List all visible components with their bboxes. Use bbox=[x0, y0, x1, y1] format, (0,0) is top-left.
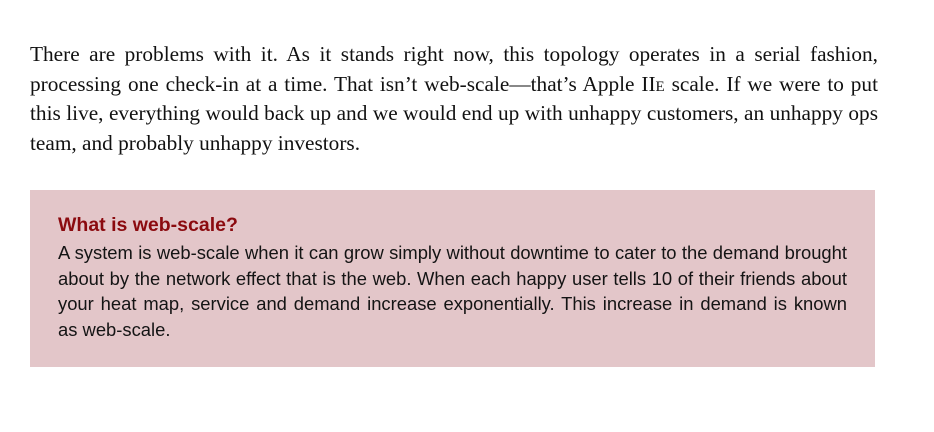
body-paragraph: There are problems with it. As it stands… bbox=[30, 40, 878, 158]
sidebar-box: What is web-scale? A system is web-scale… bbox=[30, 190, 875, 367]
apple-model-smallcaps: IIe bbox=[641, 71, 665, 96]
sidebar-title: What is web-scale? bbox=[58, 214, 238, 236]
sidebar-body: A system is web-scale when it can grow s… bbox=[58, 242, 847, 340]
